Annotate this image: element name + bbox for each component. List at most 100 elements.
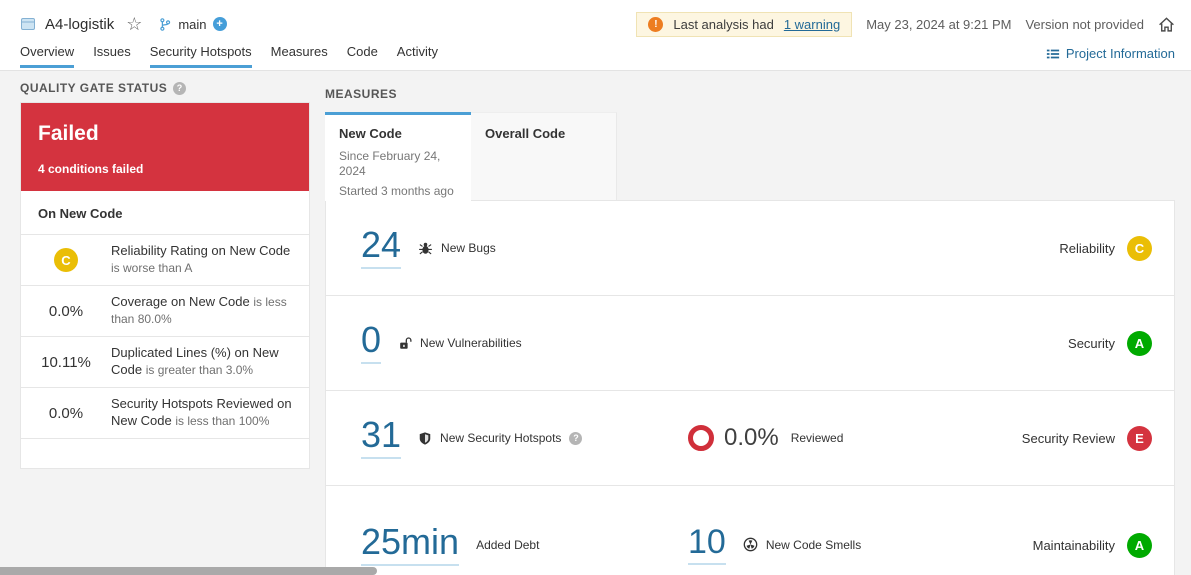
overall-code-tab-label: Overall Code (485, 126, 566, 141)
new-code-smells-label: New Code Smells (765, 537, 862, 552)
header-meta: ! Last analysis had 1 warning May 23, 20… (636, 11, 1175, 37)
measure-row-reliability: 24 New Bugs Reliability C (326, 201, 1174, 296)
quality-gate-panel: Failed 4 conditions failed On New Code C… (20, 102, 310, 469)
project-group: A4-logistik ☆ (20, 14, 142, 35)
quality-gate-title-text: QUALITY GATE STATUS (20, 81, 168, 95)
branch-name: main (178, 16, 207, 32)
code-smells-group: 10 New Code Smells (688, 525, 861, 565)
tab-issues[interactable]: Issues (93, 44, 131, 68)
header-top-row: A4-logistik ☆ main + ! Last analysis had… (20, 11, 1175, 37)
hotspots-help-icon[interactable]: ? (569, 431, 583, 445)
horizontal-scrollbar-thumb[interactable] (0, 567, 377, 575)
metric-label-group: New Security Hotspots ? (418, 431, 583, 446)
security-domain-label: Security (1068, 335, 1115, 351)
analysis-date: May 23, 2024 at 9:21 PM (866, 16, 1012, 32)
reviewed-value: 0.0% (724, 424, 779, 451)
analysis-warning-banner: ! Last analysis had 1 warning (636, 11, 853, 37)
new-code-tab-label: New Code (339, 126, 402, 141)
quality-gate-panel-footer (21, 439, 309, 468)
quality-gate-help-icon[interactable]: ? (173, 81, 187, 95)
new-bugs-count[interactable]: 24 (361, 226, 402, 269)
reviewed-ring-icon (688, 425, 714, 451)
measure-row-security: 0 New Vulnerabilities Security A (326, 296, 1174, 391)
new-security-hotspots-label: New Security Hotspots (440, 431, 562, 445)
measures-panel: 24 New Bugs Reliability C 0 New Vulnerab… (325, 200, 1175, 575)
condition-text: Duplicated Lines (%) on New Code is grea… (111, 345, 301, 379)
reliability-rating-badge[interactable]: C (1127, 235, 1152, 261)
quality-gate-summary: 4 conditions failed (38, 162, 144, 176)
project-icon (20, 16, 36, 32)
tab-measures[interactable]: Measures (271, 44, 328, 68)
domain-rating-group: Maintainability A (1032, 532, 1152, 558)
maintainability-rating-badge[interactable]: A (1127, 532, 1152, 558)
tab-code[interactable]: Code (347, 44, 378, 68)
domain-rating-group: Reliability C (1059, 235, 1152, 261)
measures-tabs: New Code Since February 24, 2024 Started… (325, 112, 617, 201)
project-name: A4-logistik (45, 15, 115, 33)
tab-new-code[interactable]: New Code Since February 24, 2024 Started… (325, 112, 471, 201)
condition-metric: Coverage on New Code (111, 294, 250, 310)
measures-title-text: MEASURES (325, 87, 398, 101)
condition-threshold: is greater than 3.0% (145, 363, 254, 377)
condition-text: Security Hotspots Reviewed on New Code i… (111, 396, 301, 430)
new-bugs-label: New Bugs (441, 241, 496, 255)
reliability-domain-label: Reliability (1059, 240, 1115, 256)
domain-rating-group: Security Review E (1021, 425, 1152, 451)
new-vulnerabilities-label: New Vulnerabilities (420, 336, 522, 350)
tab-activity[interactable]: Activity (397, 44, 438, 68)
project-nav-tabs: Overview Issues Security Hotspots Measur… (20, 44, 438, 68)
measure-row-maintainability: 25min Added Debt 10 New Code Smells Main… (326, 486, 1174, 575)
measure-row-security-review: 31 New Security Hotspots ? 0.0% Reviewed… (326, 391, 1174, 486)
condition-value: 0.0% (48, 404, 84, 422)
branch-icon (158, 17, 172, 32)
new-vulnerabilities-count[interactable]: 0 (361, 321, 382, 364)
favorite-star-icon[interactable]: ☆ (126, 14, 142, 35)
condition-value: 10.11% (41, 353, 91, 371)
condition-threshold: is less than 100% (175, 414, 270, 428)
quality-gate-status-banner: Failed 4 conditions failed (21, 103, 309, 191)
rating-badge-c: C (54, 248, 78, 272)
metric-label-group: New Vulnerabilities (398, 336, 522, 351)
condition-row: C Reliability Rating on New Code is wors… (21, 235, 309, 286)
metric-label-group: Added Debt (476, 538, 539, 552)
condition-value: C (21, 248, 111, 272)
new-code-started: Started 3 months ago (339, 184, 454, 198)
tab-overview[interactable]: Overview (20, 44, 75, 68)
warning-count-link[interactable]: 1 warning (784, 17, 840, 32)
quality-gate-scope-label: On New Code (21, 191, 309, 235)
open-lock-icon (398, 336, 412, 351)
condition-row: 0.0% Security Hotspots Reviewed on New C… (21, 388, 309, 439)
added-debt-value[interactable]: 25min (361, 523, 460, 566)
home-icon[interactable] (1158, 16, 1175, 33)
warning-icon: ! (648, 16, 664, 32)
new-security-hotspots-count[interactable]: 31 (361, 416, 402, 459)
condition-row: 0.0% Coverage on New Code is less than 8… (21, 286, 309, 337)
metric-label-group: New Bugs (418, 241, 496, 256)
security-review-rating-badge[interactable]: E (1127, 425, 1152, 451)
condition-text: Coverage on New Code is less than 80.0% (111, 294, 301, 328)
condition-row: 10.11% Duplicated Lines (%) on New Code … (21, 337, 309, 388)
new-code-since: Since February 24, 2024 (339, 149, 441, 178)
maintainability-domain-label: Maintainability (1032, 537, 1115, 553)
domain-rating-group: Security A (1068, 330, 1152, 356)
quality-gate-status: Failed (38, 122, 99, 145)
warning-text: Last analysis had (673, 16, 774, 32)
list-icon (1046, 47, 1060, 61)
project-information-label: Project Information (1065, 46, 1175, 61)
metric-label-group: New Code Smells (743, 537, 861, 552)
code-smell-icon (743, 537, 758, 552)
condition-threshold: is worse than A (111, 261, 193, 275)
branch-info-icon[interactable]: + (212, 17, 227, 31)
condition-text: Reliability Rating on New Code is worse … (111, 243, 301, 277)
new-code-smells-count[interactable]: 10 (688, 525, 726, 565)
tab-overall-code[interactable]: Overall Code (471, 112, 617, 200)
branch-selector[interactable]: main + (158, 16, 227, 32)
measures-section-title: MEASURES (325, 87, 397, 101)
security-review-domain-label: Security Review (1021, 430, 1115, 446)
tab-security-hotspots[interactable]: Security Hotspots (149, 44, 252, 68)
project-information-button[interactable]: Project Information (1046, 46, 1175, 61)
condition-metric: Reliability Rating on New Code (111, 243, 291, 259)
security-rating-badge[interactable]: A (1127, 330, 1152, 356)
added-debt-label: Added Debt (476, 538, 540, 552)
page-header: A4-logistik ☆ main + ! Last analysis had… (0, 0, 1191, 71)
